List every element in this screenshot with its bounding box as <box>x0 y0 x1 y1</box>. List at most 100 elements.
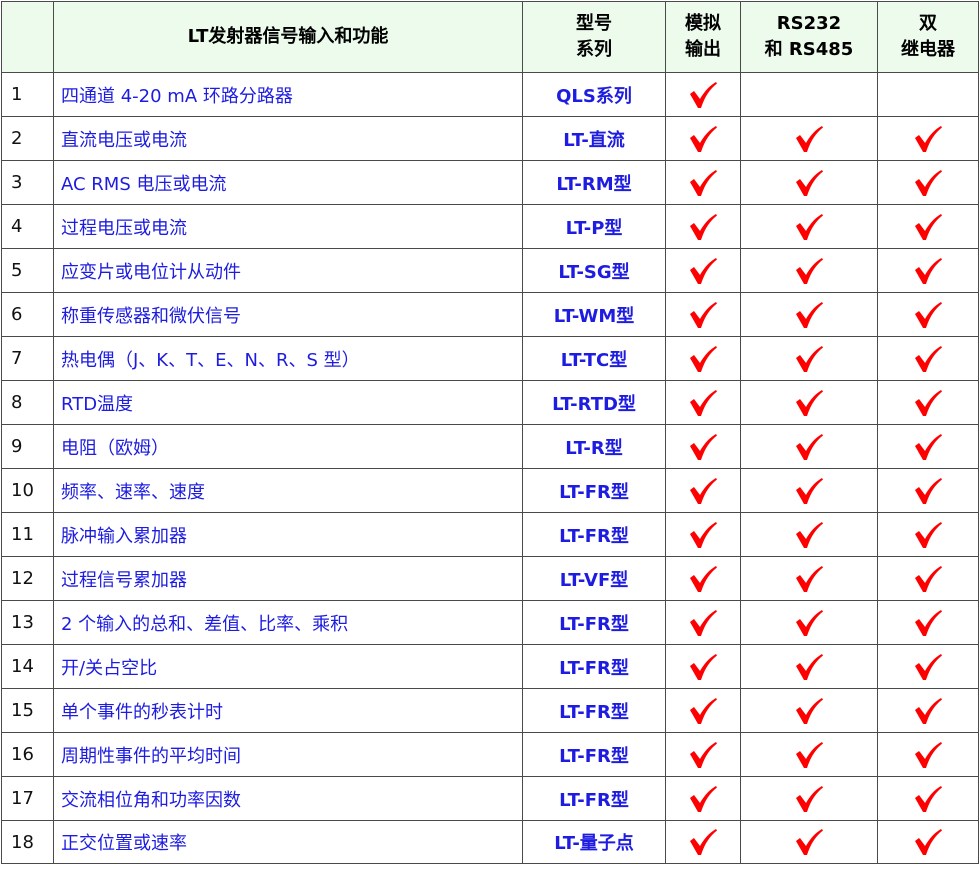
row-function: 正交位置或速率 <box>53 820 523 864</box>
row-relay-cell <box>877 644 979 689</box>
row-model: LT-TC型 <box>522 336 666 381</box>
row-relay-cell <box>877 204 979 249</box>
row-number: 14 <box>1 644 54 689</box>
header-model: 型号 系列 <box>522 1 666 73</box>
checkmark-icon <box>913 609 943 637</box>
row-analog-cell <box>665 644 741 689</box>
checkmark-icon <box>913 301 943 329</box>
row-function: RTD温度 <box>53 380 523 425</box>
header-analog: 模拟 输出 <box>665 1 741 73</box>
checkmark-icon <box>913 257 943 285</box>
checkmark-icon <box>688 81 718 109</box>
row-serial-cell <box>740 820 878 864</box>
row-relay-cell <box>877 380 979 425</box>
row-function: 直流电压或电流 <box>53 116 523 161</box>
row-serial-cell <box>740 600 878 645</box>
row-analog-cell <box>665 468 741 513</box>
checkmark-icon <box>913 697 943 725</box>
row-function: 电阻（欧姆） <box>53 424 523 469</box>
row-function: 频率、速率、速度 <box>53 468 523 513</box>
row-number: 6 <box>1 292 54 337</box>
row-analog-cell <box>665 204 741 249</box>
row-number: 11 <box>1 512 54 557</box>
row-analog-cell <box>665 72 741 117</box>
table-row: 1 四通道 4-20 mA 环路分路器 QLS系列 <box>1 72 979 117</box>
row-model: LT-FR型 <box>522 776 666 821</box>
table-row: 17 交流相位角和功率因数 LT-FR型 <box>1 776 979 821</box>
header-relay: 双 继电器 <box>877 1 979 73</box>
row-analog-cell <box>665 248 741 293</box>
row-serial-cell <box>740 72 878 117</box>
row-relay-cell <box>877 776 979 821</box>
header-analog-line2: 输出 <box>685 39 721 60</box>
table-row: 16 周期性事件的平均时间 LT-FR型 <box>1 732 979 777</box>
row-relay-cell <box>877 688 979 733</box>
row-serial-cell <box>740 644 878 689</box>
row-number: 16 <box>1 732 54 777</box>
row-analog-cell <box>665 688 741 733</box>
checkmark-icon <box>913 565 943 593</box>
row-function: 称重传感器和微伏信号 <box>53 292 523 337</box>
checkmark-icon <box>794 301 824 329</box>
table-body: 1 四通道 4-20 mA 环路分路器 QLS系列 2 直流电压或电流 LT-直流 3 AC … <box>1 72 979 864</box>
row-number: 1 <box>1 72 54 117</box>
table-row: 18 正交位置或速率 LT-量子点 <box>1 820 979 864</box>
row-model: LT-SG型 <box>522 248 666 293</box>
row-function: 四通道 4-20 mA 环路分路器 <box>53 72 523 117</box>
row-relay-cell <box>877 512 979 557</box>
header-model-line1: 型号 <box>576 13 612 34</box>
checkmark-icon <box>688 389 718 417</box>
row-relay-cell <box>877 556 979 601</box>
row-serial-cell <box>740 776 878 821</box>
header-relay-line1: 双 <box>919 13 937 34</box>
row-analog-cell <box>665 556 741 601</box>
row-relay-cell <box>877 72 979 117</box>
checkmark-icon <box>688 609 718 637</box>
checkmark-icon <box>913 828 943 856</box>
row-number: 12 <box>1 556 54 601</box>
checkmark-icon <box>913 785 943 813</box>
header-analog-line1: 模拟 <box>685 13 721 34</box>
row-model: LT-WM型 <box>522 292 666 337</box>
row-analog-cell <box>665 424 741 469</box>
checkmark-icon <box>794 653 824 681</box>
checkmark-icon <box>794 785 824 813</box>
table-row: 3 AC RMS 电压或电流 LT-RM型 <box>1 160 979 205</box>
row-relay-cell <box>877 424 979 469</box>
header-function: LT发射器信号输入和功能 <box>53 1 523 73</box>
row-serial-cell <box>740 556 878 601</box>
row-relay-cell <box>877 292 979 337</box>
row-function: 开/关占空比 <box>53 644 523 689</box>
table-row: 15 单个事件的秒表计时 LT-FR型 <box>1 688 979 733</box>
header-serial: RS232 和 RS485 <box>740 1 878 73</box>
checkmark-icon <box>688 828 718 856</box>
row-serial-cell <box>740 204 878 249</box>
row-serial-cell <box>740 468 878 513</box>
row-serial-cell <box>740 292 878 337</box>
row-function: 应变片或电位计从动件 <box>53 248 523 293</box>
row-serial-cell <box>740 512 878 557</box>
checkmark-icon <box>913 653 943 681</box>
row-function: 脉冲输入累加器 <box>53 512 523 557</box>
table-row: 11 脉冲输入累加器 LT-FR型 <box>1 512 979 557</box>
checkmark-icon <box>913 169 943 197</box>
checkmark-icon <box>913 213 943 241</box>
row-model: QLS系列 <box>522 72 666 117</box>
row-model: LT-FR型 <box>522 644 666 689</box>
row-number: 13 <box>1 600 54 645</box>
row-function: 热电偶（J、K、T、E、N、R、S 型） <box>53 336 523 381</box>
row-analog-cell <box>665 600 741 645</box>
checkmark-icon <box>913 389 943 417</box>
checkmark-icon <box>913 433 943 461</box>
row-serial-cell <box>740 424 878 469</box>
checkmark-icon <box>913 345 943 373</box>
checkmark-icon <box>794 697 824 725</box>
row-model: LT-FR型 <box>522 688 666 733</box>
table-row: 7 热电偶（J、K、T、E、N、R、S 型） LT-TC型 <box>1 336 979 381</box>
row-serial-cell <box>740 248 878 293</box>
row-analog-cell <box>665 160 741 205</box>
row-number: 10 <box>1 468 54 513</box>
row-number: 18 <box>1 820 54 864</box>
row-model: LT-FR型 <box>522 468 666 513</box>
checkmark-icon <box>688 521 718 549</box>
